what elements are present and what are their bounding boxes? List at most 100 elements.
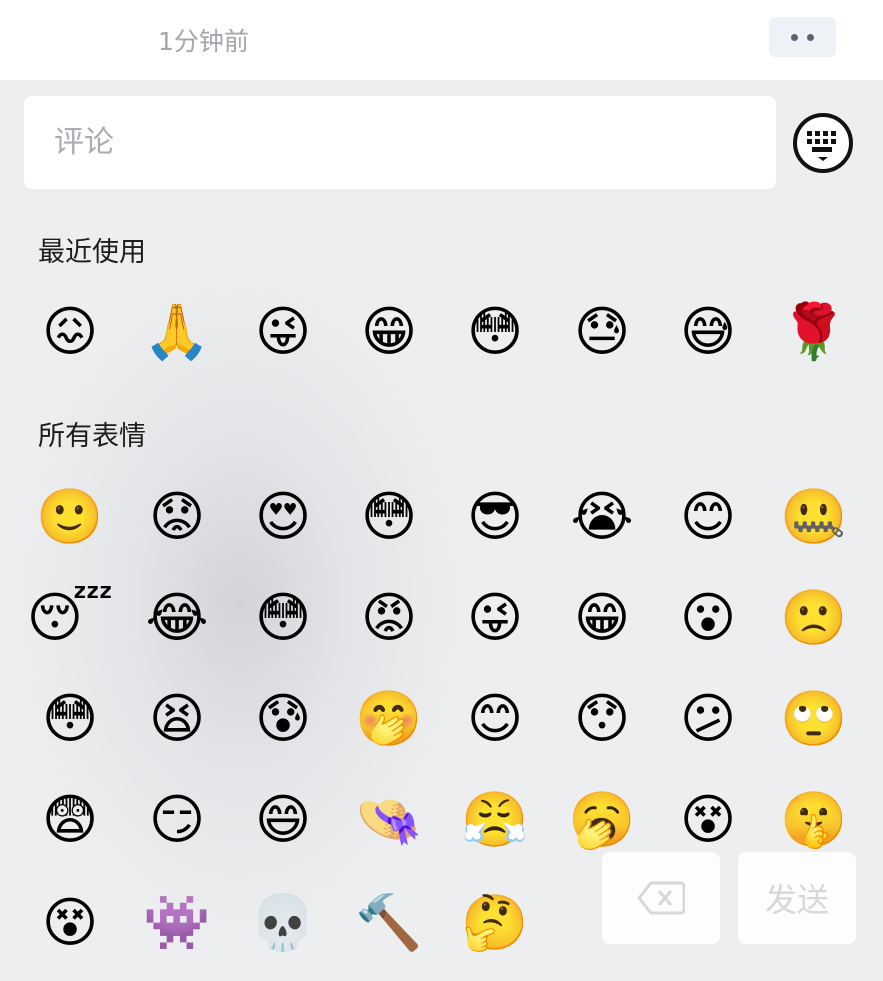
distressed-emoji[interactable]: 😟	[137, 477, 217, 557]
timestamp: 1分钟前	[158, 27, 249, 56]
grin-emoji[interactable]: 😁	[349, 292, 429, 372]
sad-emoji[interactable]: 🙁	[774, 578, 854, 658]
smile-emoji[interactable]: 🙂	[30, 477, 110, 557]
smug-glyph: 😏	[148, 788, 206, 851]
green-hat-emoji[interactable]: 👒	[349, 780, 429, 860]
yawn-glyph: 🥱	[568, 788, 636, 851]
scared-red-glyph: 😨	[41, 788, 99, 851]
dizzy-emoji[interactable]: 😵	[30, 883, 110, 963]
sleep-glyph: 😴	[26, 586, 114, 649]
send-label: 发送	[764, 881, 829, 919]
scared-red-emoji[interactable]: 😨	[30, 780, 110, 860]
thinking-emoji[interactable]: 🤔	[455, 883, 535, 963]
sweat-glyph: 😓	[573, 300, 631, 363]
stare-emoji[interactable]: 😳	[349, 477, 429, 557]
snicker-emoji[interactable]: 🤭	[349, 679, 429, 759]
surprised-glyph: 😮	[679, 586, 737, 649]
emoji-grid-row: 😳 😫 😰 🤭 😊 😯 😕 🙄	[0, 679, 883, 769]
shy-glyph: 😊	[679, 485, 737, 548]
naughty-glyph: 😜	[466, 586, 524, 649]
comment-input[interactable]	[24, 96, 776, 189]
happy-emoji[interactable]: 😄	[243, 780, 323, 860]
big-grin-emoji[interactable]: 😁	[562, 578, 642, 658]
sweat-emoji[interactable]: 😓	[562, 292, 642, 372]
yelling-glyph: 😫	[148, 687, 206, 750]
keyboard-icon	[793, 113, 853, 173]
flushed-emoji[interactable]: 😳	[30, 679, 110, 759]
shut-up-emoji[interactable]: 🤐	[774, 477, 854, 557]
determined-glyph: 😤	[461, 788, 529, 851]
shut-up-glyph: 🤐	[780, 485, 848, 548]
nervous-glyph: 😰	[254, 687, 312, 750]
tears-of-joy-emoji[interactable]: 😂	[137, 578, 217, 658]
wow-emoji[interactable]: 😯	[562, 679, 642, 759]
top-bar: 1分钟前	[0, 0, 883, 82]
naughty-emoji[interactable]: 😜	[455, 578, 535, 658]
yawn-emoji[interactable]: 🥱	[562, 780, 642, 860]
sad-glyph: 🙁	[780, 586, 848, 649]
heart-eyes-emoji[interactable]: 😍	[243, 477, 323, 557]
black-creature-glyph: 👾	[143, 891, 211, 954]
angry-emoji[interactable]: 😡	[349, 578, 429, 658]
surprised-emoji[interactable]: 😮	[668, 578, 748, 658]
eye-roll-emoji[interactable]: 🙄	[774, 679, 854, 759]
hammer-emoji[interactable]: 🔨	[349, 883, 429, 963]
blush-smile-emoji[interactable]: 😊	[455, 679, 535, 759]
dizzy-glyph: 😵	[41, 891, 99, 954]
happy-glyph: 😄	[254, 788, 312, 851]
rose-emoji[interactable]: 🌹	[774, 292, 854, 372]
eye-roll-glyph: 🙄	[780, 687, 848, 750]
sleep-emoji[interactable]: 😴	[27, 578, 114, 658]
embarrassed-red-emoji[interactable]: 😳	[243, 578, 323, 658]
shocked-red-emoji[interactable]: 😳	[455, 292, 535, 372]
snicker-glyph: 🤭	[355, 687, 423, 750]
tears-of-joy-glyph: 😂	[145, 586, 209, 649]
stare-glyph: 😳	[360, 485, 418, 548]
green-hat-glyph: 👒	[355, 788, 423, 851]
thinking-glyph: 🤔	[461, 891, 529, 954]
confused-emoji[interactable]: 😕	[668, 679, 748, 759]
more-button[interactable]	[769, 17, 836, 57]
blush-smile-glyph: 😊	[466, 687, 524, 750]
angry-glyph: 😡	[360, 586, 418, 649]
black-creature-emoji[interactable]: 👾	[137, 883, 217, 963]
hammer-glyph: 🔨	[355, 891, 423, 954]
backspace-icon	[637, 881, 685, 915]
awkward-emoji[interactable]: 😅	[668, 292, 748, 372]
grin-glyph: 😁	[360, 300, 418, 363]
section-title-recent: 最近使用	[38, 237, 146, 268]
nervous-emoji[interactable]: 😰	[243, 679, 323, 759]
skull-emoji[interactable]: 💀	[243, 883, 323, 963]
flushed-glyph: 😳	[41, 687, 99, 750]
wow-glyph: 😯	[573, 687, 631, 750]
embarrassed-emoji[interactable]: 😖	[30, 292, 110, 372]
cool-sunglasses-glyph: 😎	[466, 485, 524, 548]
big-grin-glyph: 😁	[573, 586, 631, 649]
question-emoji[interactable]: 😵	[668, 780, 748, 860]
clap-hands-emoji[interactable]: 🙏	[137, 292, 217, 372]
more-dots-icon	[791, 33, 798, 41]
yelling-emoji[interactable]: 😫	[137, 679, 217, 759]
keyboard-button[interactable]	[790, 110, 856, 176]
shy-emoji[interactable]: 😊	[668, 477, 748, 557]
clap-hands-glyph: 🙏	[143, 300, 211, 363]
cool-sunglasses-emoji[interactable]: 😎	[455, 477, 535, 557]
distressed-glyph: 😟	[148, 485, 206, 548]
determined-emoji[interactable]: 😤	[455, 780, 535, 860]
smile-glyph: 🙂	[36, 485, 104, 548]
rose-glyph: 🌹	[780, 300, 848, 363]
confused-glyph: 😕	[679, 687, 737, 750]
smug-emoji[interactable]: 😏	[137, 780, 217, 860]
shush-emoji[interactable]: 🤫	[774, 780, 854, 860]
backspace-button[interactable]	[602, 852, 720, 944]
more-dots-icon-dot	[807, 33, 814, 41]
shush-glyph: 🤫	[780, 788, 848, 851]
crying-glyph: 😭	[570, 485, 634, 548]
tongue-wink-emoji[interactable]: 😜	[243, 292, 323, 372]
heart-eyes-glyph: 😍	[254, 485, 312, 548]
crying-emoji[interactable]: 😭	[562, 477, 642, 557]
emoji-grid-row: 😴 😂 😳 😡 😜 😁 😮 🙁	[0, 578, 883, 668]
embarrassed-red-glyph: 😳	[254, 586, 312, 649]
send-button[interactable]: 发送	[738, 852, 856, 944]
question-glyph: 😵	[679, 788, 737, 851]
